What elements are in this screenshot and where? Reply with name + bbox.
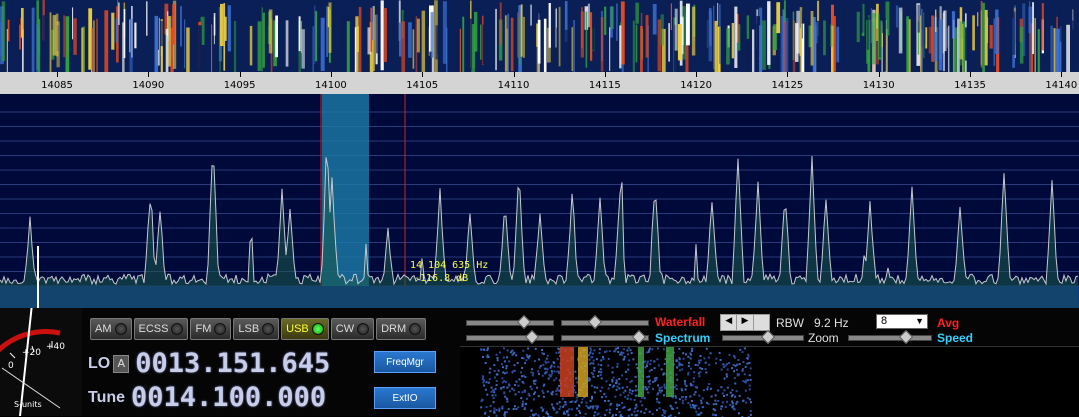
slider-thumb[interactable] [588,315,602,329]
s-meter-units-label: S-units [14,400,42,409]
avg-label: Avg [937,316,959,330]
mode-label: LSB [238,323,259,335]
mode-led-icon [171,323,183,335]
tune-frequency-row: Tune 0014.100.000 [88,382,326,413]
demodulation-mode-bar: AM ECSS FM LSB USB CW DRM [90,318,426,340]
ruler-tick-label: 14110 [498,80,530,91]
s-meter-plus20-label: +20 [22,348,41,358]
mode-am-button[interactable]: AM [90,318,132,340]
mode-led-icon [312,323,324,335]
ruler-tick-label: 14105 [406,80,438,91]
zoom-slider[interactable] [722,335,804,341]
ruler-tick [240,72,241,77]
ruler-tick-label: 14115 [589,80,621,91]
mode-led-icon [262,323,274,335]
chevron-down-icon: ▼ [915,315,924,328]
mode-led-icon [409,323,421,335]
lo-mode-button[interactable]: A [113,355,129,373]
ruler-tick [787,72,788,77]
frequency-ruler[interactable]: 14085 14090 14095 14100 14105 14110 14115 14120… [0,72,1079,95]
ruler-tick [970,72,971,77]
ruler-tick-label: 14100 [315,80,347,91]
rbw-value: 9.2 Hz [814,316,849,330]
extio-button[interactable]: ExtIO [374,387,436,409]
tune-frequency-display[interactable]: 0014.100.000 [131,382,326,413]
ruler-tick-label: 14140 [1045,80,1077,91]
ruler-tick [696,72,697,77]
zoom-label: Zoom [808,331,839,345]
ruler-tick [879,72,880,77]
spectrum-display[interactable]: 14 104 635 Hz -116.8 dB [0,94,1079,308]
arrow-spacer [754,315,769,330]
mode-label: CW [336,323,354,335]
slider-thumb[interactable] [899,330,913,344]
spectrum-offset-slider[interactable] [466,335,554,341]
mode-led-icon [115,323,127,335]
ruler-tick-label: 14125 [771,80,803,91]
mode-ecss-button[interactable]: ECSS [134,318,189,340]
mode-drm-button[interactable]: DRM [376,318,426,340]
avg-select[interactable]: 8▼ [876,314,928,329]
mode-label: AM [95,323,112,335]
mode-lsb-button[interactable]: LSB [233,318,279,340]
mode-usb-button[interactable]: USB [281,318,329,340]
ruler-tick [422,72,423,77]
slider-thumb[interactable] [761,330,775,344]
speed-label: Speed [937,331,973,345]
left-arrow-icon[interactable]: ◀ [721,315,737,330]
ruler-tick [57,72,58,77]
lo-frequency-display[interactable]: 0013.151.645 [135,348,330,379]
right-arrow-icon[interactable]: ▶ [737,315,753,330]
avg-select-value: 8 [881,315,887,327]
audio-waterfall-image [460,347,1079,417]
slider-thumb[interactable] [517,315,531,329]
cursor-frequency-readout: 14 104 635 Hz [410,260,488,271]
waterfall-range-slider[interactable] [561,320,649,326]
waterfall-display[interactable] [0,0,1079,72]
s-meter-zero-label: 0 [8,361,14,371]
audio-waterfall-display[interactable] [460,346,1079,417]
ruler-tick-label: 14090 [132,80,164,91]
waterfall-offset-slider[interactable] [466,320,554,326]
control-panel: +20 +40 0 S-units AM ECSS FM LSB USB CW … [0,308,1079,416]
waterfall-image [0,0,1079,72]
ruler-tick-label: 14120 [680,80,712,91]
tune-label: Tune [88,389,125,407]
lo-label: LO [88,355,110,373]
ruler-tick-label: 14135 [954,80,986,91]
freqmgr-button[interactable]: FreqMgr [374,351,436,373]
lo-frequency-row: LO A 0013.151.645 [88,348,330,379]
ruler-tick [331,72,332,77]
slider-thumb[interactable] [525,330,539,344]
ruler-tick [514,72,515,77]
s-meter: +20 +40 0 S-units [0,308,82,416]
mode-label: USB [286,323,309,335]
slider-thumb[interactable] [632,330,646,344]
s-meter-plus40-label: +40 [46,342,65,352]
mode-label: ECSS [139,323,169,335]
mode-led-icon [357,323,369,335]
ruler-tick [1061,72,1062,77]
waterfall-arrow-buttons[interactable]: ◀▶ [720,314,770,331]
rbw-label: RBW [776,316,804,330]
cursor-level-readout: -116.8 dB [414,273,468,284]
spectrum-range-slider[interactable] [561,335,649,341]
ruler-tick [148,72,149,77]
mode-cw-button[interactable]: CW [331,318,374,340]
mode-fm-button[interactable]: FM [190,318,231,340]
mode-label: DRM [381,323,406,335]
ruler-tick-label: 14085 [41,80,73,91]
ruler-tick [605,72,606,77]
waterfall-label: Waterfall [655,315,705,329]
mode-led-icon [214,323,226,335]
mode-label: FM [195,323,211,335]
ruler-tick-label: 14095 [224,80,256,91]
spectrum-plot [0,94,1079,308]
spectrum-label: Spectrum [655,331,710,345]
ruler-tick-label: 14130 [863,80,895,91]
speed-slider[interactable] [848,335,932,341]
